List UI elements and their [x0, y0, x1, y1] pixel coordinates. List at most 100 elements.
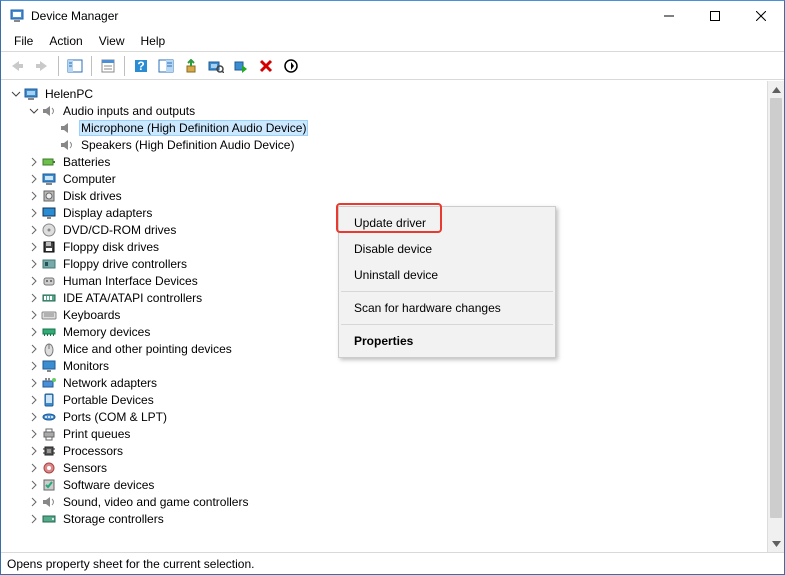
chevron-right-icon[interactable] [27, 206, 41, 220]
status-text: Opens property sheet for the current sel… [7, 557, 254, 571]
printer-icon [41, 426, 57, 442]
monitor-icon [41, 358, 57, 374]
tree-category-label: Batteries [61, 155, 112, 169]
tree-category[interactable]: Sound, video and game controllers [3, 493, 767, 510]
tree-category-audio[interactable]: Audio inputs and outputs [3, 102, 767, 119]
tree-category[interactable]: Monitors [3, 357, 767, 374]
tree-category[interactable]: Batteries [3, 153, 767, 170]
chevron-right-icon[interactable] [27, 240, 41, 254]
spacer-icon [45, 121, 59, 135]
tree-category-label: IDE ATA/ATAPI controllers [61, 291, 204, 305]
separator-icon [124, 56, 125, 76]
chevron-right-icon[interactable] [27, 342, 41, 356]
uninstall-device-button[interactable] [254, 54, 278, 78]
tree-category-label: Network adapters [61, 376, 159, 390]
context-disable-device[interactable]: Disable device [340, 236, 554, 262]
update-driver-button[interactable] [179, 54, 203, 78]
device-manager-window: Device Manager File Action View Help ? [0, 0, 785, 575]
chevron-right-icon[interactable] [27, 291, 41, 305]
chevron-right-icon[interactable] [27, 223, 41, 237]
chevron-down-icon[interactable] [27, 104, 41, 118]
minimize-button[interactable] [646, 1, 692, 31]
context-uninstall-device[interactable]: Uninstall device [340, 262, 554, 288]
memory-icon [41, 324, 57, 340]
vertical-scrollbar[interactable] [767, 81, 784, 552]
floppy-controller-icon [41, 256, 57, 272]
close-button[interactable] [738, 1, 784, 31]
tree-category-label: Mice and other pointing devices [61, 342, 234, 356]
tree-category-label: Storage controllers [61, 512, 166, 526]
tree-category-label: Ports (COM & LPT) [61, 410, 169, 424]
context-update-driver[interactable]: Update driver [340, 210, 554, 236]
add-legacy-button[interactable] [279, 54, 303, 78]
cpu-icon [41, 443, 57, 459]
tree-category-label: Computer [61, 172, 118, 186]
tree-category[interactable]: Software devices [3, 476, 767, 493]
tree-category-label: Display adapters [61, 206, 154, 220]
tree-category[interactable]: Sensors [3, 459, 767, 476]
menu-file[interactable]: File [7, 32, 40, 50]
ide-icon [41, 290, 57, 306]
help-button[interactable]: ? [129, 54, 153, 78]
statusbar: Opens property sheet for the current sel… [1, 552, 784, 574]
tree-category[interactable]: Network adapters [3, 374, 767, 391]
chevron-right-icon[interactable] [27, 512, 41, 526]
tree-category[interactable]: Portable Devices [3, 391, 767, 408]
mouse-icon [41, 341, 57, 357]
menu-help[interactable]: Help [134, 32, 173, 50]
chevron-right-icon[interactable] [27, 257, 41, 271]
tree-root[interactable]: HelenPC [3, 85, 767, 102]
menu-action[interactable]: Action [42, 32, 89, 50]
scroll-thumb[interactable] [770, 98, 782, 518]
tree-device-speakers[interactable]: Speakers (High Definition Audio Device) [3, 136, 767, 153]
scroll-track[interactable] [768, 98, 784, 535]
chevron-right-icon[interactable] [27, 478, 41, 492]
network-icon [41, 375, 57, 391]
chevron-right-icon[interactable] [27, 393, 41, 407]
scroll-down-icon[interactable] [768, 535, 784, 552]
chevron-down-icon[interactable] [9, 87, 23, 101]
titlebar[interactable]: Device Manager [1, 1, 784, 31]
tree-device-microphone[interactable]: Microphone (High Definition Audio Device… [3, 119, 767, 136]
tree-category[interactable]: Processors [3, 442, 767, 459]
chevron-right-icon[interactable] [27, 359, 41, 373]
context-properties[interactable]: Properties [340, 328, 554, 354]
tree-category-label: DVD/CD-ROM drives [61, 223, 178, 237]
chevron-right-icon[interactable] [27, 308, 41, 322]
tree-category[interactable]: Ports (COM & LPT) [3, 408, 767, 425]
tree-category[interactable]: Disk drives [3, 187, 767, 204]
chevron-right-icon[interactable] [27, 325, 41, 339]
console-tree-button[interactable] [63, 54, 87, 78]
chevron-right-icon[interactable] [27, 461, 41, 475]
chevron-right-icon[interactable] [27, 410, 41, 424]
tree-category-label: Portable Devices [61, 393, 156, 407]
separator-icon [91, 56, 92, 76]
tree-category[interactable]: Print queues [3, 425, 767, 442]
scan-hardware-button[interactable] [204, 54, 228, 78]
chevron-right-icon[interactable] [27, 376, 41, 390]
tree-category[interactable]: Storage controllers [3, 510, 767, 527]
port-icon [41, 409, 57, 425]
context-scan-hardware[interactable]: Scan for hardware changes [340, 295, 554, 321]
chevron-right-icon[interactable] [27, 427, 41, 441]
menu-view[interactable]: View [92, 32, 132, 50]
chevron-right-icon[interactable] [27, 444, 41, 458]
maximize-button[interactable] [692, 1, 738, 31]
properties-button[interactable] [96, 54, 120, 78]
tree-category[interactable]: Computer [3, 170, 767, 187]
chevron-right-icon[interactable] [27, 189, 41, 203]
chevron-right-icon[interactable] [27, 495, 41, 509]
tree-category-label: Human Interface Devices [61, 274, 200, 288]
back-button[interactable] [5, 54, 29, 78]
scroll-up-icon[interactable] [768, 81, 784, 98]
forward-button[interactable] [30, 54, 54, 78]
floppy-icon [41, 239, 57, 255]
display-icon [41, 205, 57, 221]
action-toolbar-button[interactable] [154, 54, 178, 78]
disable-device-button[interactable] [229, 54, 253, 78]
dvd-icon [41, 222, 57, 238]
chevron-right-icon[interactable] [27, 172, 41, 186]
chevron-right-icon[interactable] [27, 155, 41, 169]
chevron-right-icon[interactable] [27, 274, 41, 288]
sensor-icon [41, 460, 57, 476]
